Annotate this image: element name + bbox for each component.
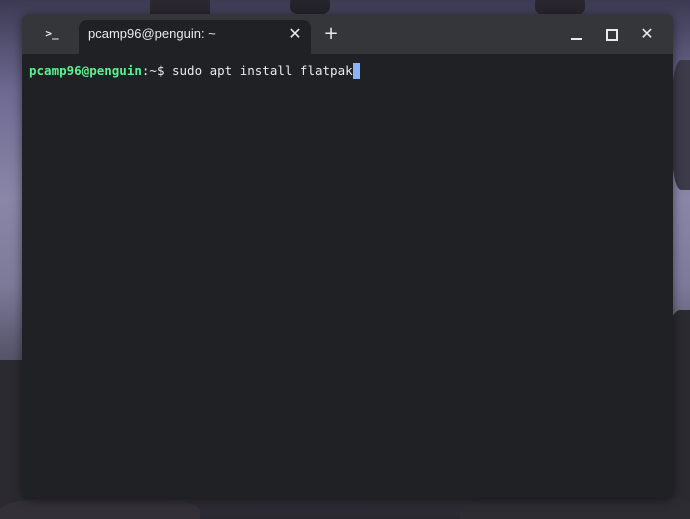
close-window-button[interactable]: ✕: [633, 22, 661, 46]
tab-title: pcamp96@penguin: ~: [88, 26, 216, 41]
title-bar[interactable]: >_ pcamp96@penguin: ~ ✕ + ✕: [22, 14, 673, 54]
terminal-app-icon[interactable]: >_: [38, 24, 66, 44]
close-icon: ✕: [640, 24, 654, 43]
terminal-tab[interactable]: pcamp96@penguin: ~ ✕: [79, 20, 311, 54]
close-tab-icon[interactable]: ✕: [287, 26, 303, 42]
terminal-output[interactable]: pcamp96@penguin:~$ sudo apt install flat…: [22, 54, 673, 498]
text-cursor: [352, 63, 360, 79]
command-line[interactable]: pcamp96@penguin:~$ sudo apt install flat…: [29, 63, 360, 79]
minimize-button[interactable]: [562, 22, 590, 46]
maximize-icon: [606, 29, 618, 41]
typed-command: sudo apt install flatpak: [172, 63, 353, 78]
wallpaper-rock: [0, 495, 200, 519]
prompt-user-host: pcamp96@penguin: [29, 63, 142, 78]
terminal-window: >_ pcamp96@penguin: ~ ✕ + ✕ pcamp96@peng…: [22, 14, 673, 498]
minimize-icon: [571, 38, 582, 40]
new-tab-button[interactable]: +: [320, 24, 342, 44]
wallpaper-rock: [672, 60, 690, 190]
maximize-button[interactable]: [597, 22, 625, 46]
prompt-path: :~$: [141, 63, 172, 78]
